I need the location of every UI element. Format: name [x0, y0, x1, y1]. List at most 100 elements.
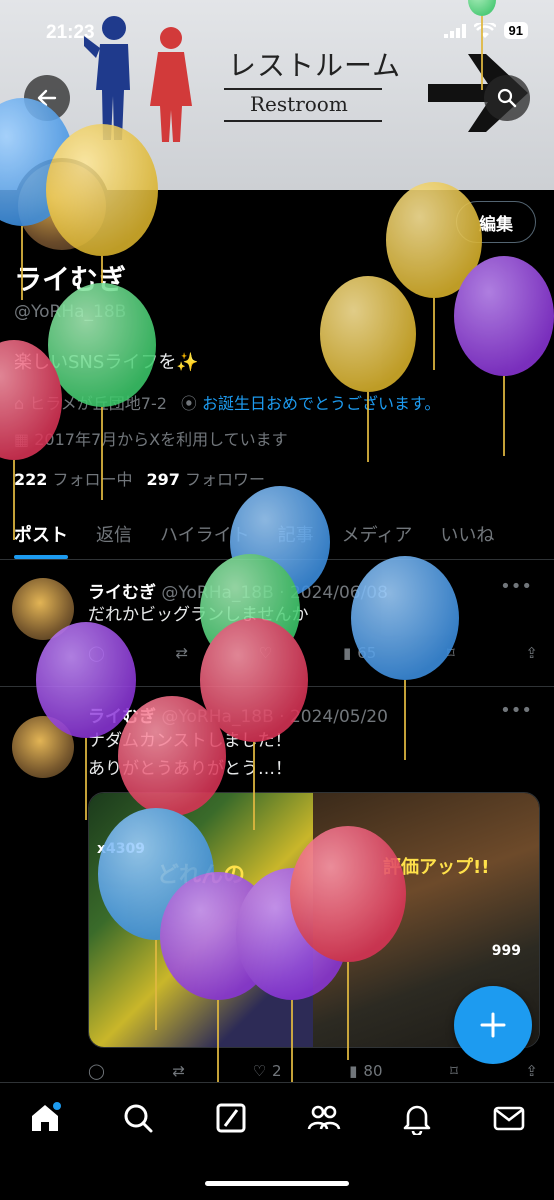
tab-posts[interactable]: ポスト — [0, 508, 82, 559]
reply-icon: ◯ — [88, 644, 105, 662]
views-button[interactable]: ▮ 65 — [343, 644, 376, 662]
balloon-purple — [454, 256, 554, 456]
followers-label: フォロワー — [185, 470, 266, 489]
profile-avatar[interactable] — [14, 158, 110, 254]
compose-button[interactable] — [454, 986, 532, 1064]
like-button[interactable]: ♡ 2 — [253, 1062, 282, 1080]
profile-tabs: ポスト 返信 ハイライト 記事 メディア いいね — [0, 508, 554, 560]
status-indicators: 91 — [443, 22, 528, 39]
signal-icon — [443, 23, 466, 38]
media-label: どれんの — [157, 863, 246, 888]
repost-icon: ⇄ — [175, 644, 189, 662]
grok-icon — [216, 1103, 246, 1133]
profile-handle: @YoRHa_18B — [14, 302, 127, 322]
share-icon: ⇪ — [525, 644, 538, 662]
reply-button[interactable]: ◯ — [88, 644, 105, 662]
post-avatar[interactable] — [12, 578, 74, 640]
nav-messages[interactable] — [492, 1101, 526, 1135]
post-author-name[interactable]: ライむぎ — [88, 583, 156, 603]
tab-highlights[interactable]: ハイライト — [146, 508, 264, 559]
sign-english-text: Restroom — [250, 92, 348, 116]
messages-icon — [493, 1106, 525, 1131]
nav-grok[interactable] — [214, 1101, 248, 1135]
post-text: だれかビッグランしませんか — [88, 605, 309, 625]
woman-pictogram-icon — [150, 27, 192, 142]
reply-button[interactable]: ◯ — [88, 1062, 105, 1080]
post-avatar[interactable] — [12, 716, 74, 778]
back-arrow-icon — [37, 89, 57, 107]
media-image-left[interactable]: x4309 どれんの — [89, 793, 313, 1047]
tab-replies[interactable]: 返信 — [82, 508, 146, 559]
sign-divider — [224, 120, 382, 122]
more-options-icon[interactable]: ••• — [500, 576, 532, 597]
post-header: ライむぎ @YoRHa_18B · 2024/06/08 — [88, 578, 388, 603]
sign-japanese-text: レストルーム — [228, 49, 402, 82]
joined-date: ▦ 2017年7月からXを利用しています — [14, 426, 288, 450]
post-author-name[interactable]: ライむぎ — [88, 707, 156, 727]
share-button[interactable]: ⇪ — [525, 1062, 538, 1080]
repost-button[interactable]: ⇄ — [172, 1062, 185, 1080]
tab-articles[interactable]: 記事 — [264, 508, 328, 559]
like-button[interactable]: ♡ — [259, 644, 272, 662]
post-actions: ◯ ⇄ ♡ ▮ 65 ⌑ ⇪ — [88, 644, 538, 662]
communities-icon — [307, 1105, 341, 1130]
sign-divider — [224, 88, 382, 90]
media-label: x4309 — [97, 841, 145, 857]
bookmark-button[interactable]: ⌑ — [450, 1062, 458, 1080]
nav-search[interactable] — [121, 1101, 155, 1135]
followers-link[interactable]: 297 フォロワー — [147, 466, 266, 490]
search-icon — [497, 88, 517, 108]
bottom-navigation — [0, 1082, 554, 1200]
joined-text: 2017年7月からXを利用しています — [34, 430, 288, 449]
search-button[interactable] — [484, 75, 530, 121]
post-item[interactable]: ライむぎ @YoRHa_18B · 2024/06/08 ••• だれかビッグラ… — [0, 560, 554, 686]
bookmark-button[interactable]: ⌑ — [447, 644, 455, 662]
nav-communities[interactable] — [307, 1101, 341, 1135]
following-link[interactable]: 222 フォロー中 — [14, 466, 133, 490]
tab-media[interactable]: メディア — [328, 508, 427, 559]
location-text: ヒラメが丘団地7-2 — [29, 394, 167, 413]
following-label: フォロー中 — [52, 470, 133, 489]
views-count: 65 — [357, 644, 377, 662]
post-text-line: ありがとうありがとう…！ — [88, 759, 292, 779]
heart-icon: ♡ — [252, 1062, 267, 1080]
views-count: 80 — [363, 1062, 383, 1080]
share-icon: ⇪ — [525, 1062, 538, 1080]
profile-meta: ⌂ ヒラメが丘団地7-2 ⦿ お誕生日おめでとうございます。 — [14, 390, 440, 414]
heart-icon: ♡ — [258, 644, 273, 662]
post-text-line: ナダムカンストしました！ — [88, 731, 292, 751]
birthday-link[interactable]: お誕生日おめでとうございます。 — [202, 394, 440, 413]
views-button[interactable]: ▮ 80 — [349, 1062, 382, 1080]
birthday-item[interactable]: ⦿ お誕生日おめでとうございます。 — [181, 390, 441, 414]
home-indicator — [205, 1181, 349, 1186]
post-actions: ◯ ⇄ ♡ 2 ▮ 80 ⌑ ⇪ — [88, 1062, 538, 1080]
nav-home[interactable] — [28, 1101, 62, 1135]
search-icon — [124, 1104, 153, 1133]
home-icon — [32, 1102, 61, 1131]
profile-name: ライむぎ — [14, 263, 127, 296]
tab-likes[interactable]: いいね — [426, 508, 508, 559]
back-button[interactable] — [24, 75, 70, 121]
map-pin-icon: ⦿ — [180, 394, 197, 413]
edit-profile-button[interactable]: 編集 — [456, 201, 536, 243]
reply-icon: ◯ — [88, 1062, 105, 1080]
views-icon: ▮ — [349, 1062, 358, 1080]
more-options-icon[interactable]: ••• — [500, 700, 532, 721]
post-header: ライむぎ @YoRHa_18B · 2024/05/20 — [88, 702, 388, 727]
nav-notifications[interactable] — [400, 1101, 434, 1137]
balloon-yellow — [320, 276, 416, 462]
status-time: 21:23 — [46, 22, 95, 43]
repost-button[interactable]: ⇄ — [176, 644, 189, 662]
media-score: 999 — [491, 943, 521, 959]
followers-count: 297 — [146, 470, 180, 489]
like-count: 2 — [272, 1062, 282, 1080]
location-item: ⌂ ヒラメが丘団地7-2 — [14, 390, 167, 414]
share-button[interactable]: ⇪ — [525, 644, 538, 662]
bookmark-icon: ⌑ — [450, 1062, 458, 1080]
wifi-icon — [473, 22, 496, 38]
battery-indicator: 91 — [503, 22, 528, 39]
views-icon: ▮ — [342, 644, 352, 662]
post-meta: @YoRHa_18B · 2024/05/20 — [161, 707, 388, 727]
follow-stats: 222 フォロー中 297 フォロワー — [14, 466, 265, 490]
location-icon: ⌂ — [14, 394, 25, 413]
